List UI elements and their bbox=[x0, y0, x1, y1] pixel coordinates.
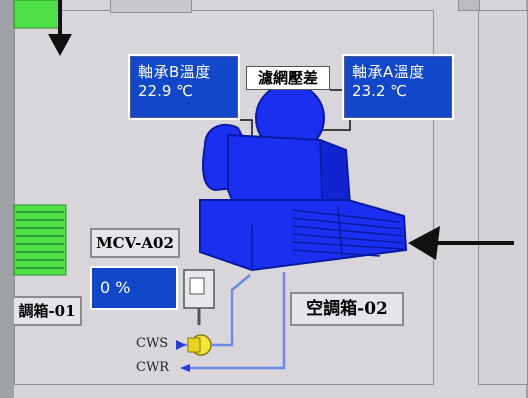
mcv-valve-position[interactable]: 0 % bbox=[90, 266, 178, 310]
filter-pressure-diff-label: 濾網壓差 bbox=[246, 66, 330, 90]
ahu-01-label[interactable]: 調箱-01 bbox=[14, 296, 82, 326]
cwr-label: CWR bbox=[136, 360, 170, 375]
ahu-02-label[interactable]: 空調箱-02 bbox=[290, 292, 404, 326]
bearing-b-title: 軸承B溫度 bbox=[138, 63, 211, 81]
actuator-icon bbox=[183, 269, 215, 325]
ahu-unit-02 bbox=[199, 123, 408, 272]
cws-label: CWS bbox=[136, 336, 169, 351]
bearing-a-value: 23.2 ℃ bbox=[352, 82, 408, 100]
bearing-b-value: 22.9 ℃ bbox=[138, 82, 194, 100]
bearing-a-title: 軸承A溫度 bbox=[352, 63, 425, 81]
mcv-name-label: MCV-A02 bbox=[90, 228, 180, 258]
arrow-left-icon bbox=[408, 226, 514, 260]
bearing-b-temperature-panel[interactable]: 軸承B溫度 22.9 ℃ bbox=[128, 54, 240, 120]
valve-icon bbox=[187, 334, 212, 356]
bearing-a-temperature-panel[interactable]: 軸承A溫度 23.2 ℃ bbox=[342, 54, 454, 120]
